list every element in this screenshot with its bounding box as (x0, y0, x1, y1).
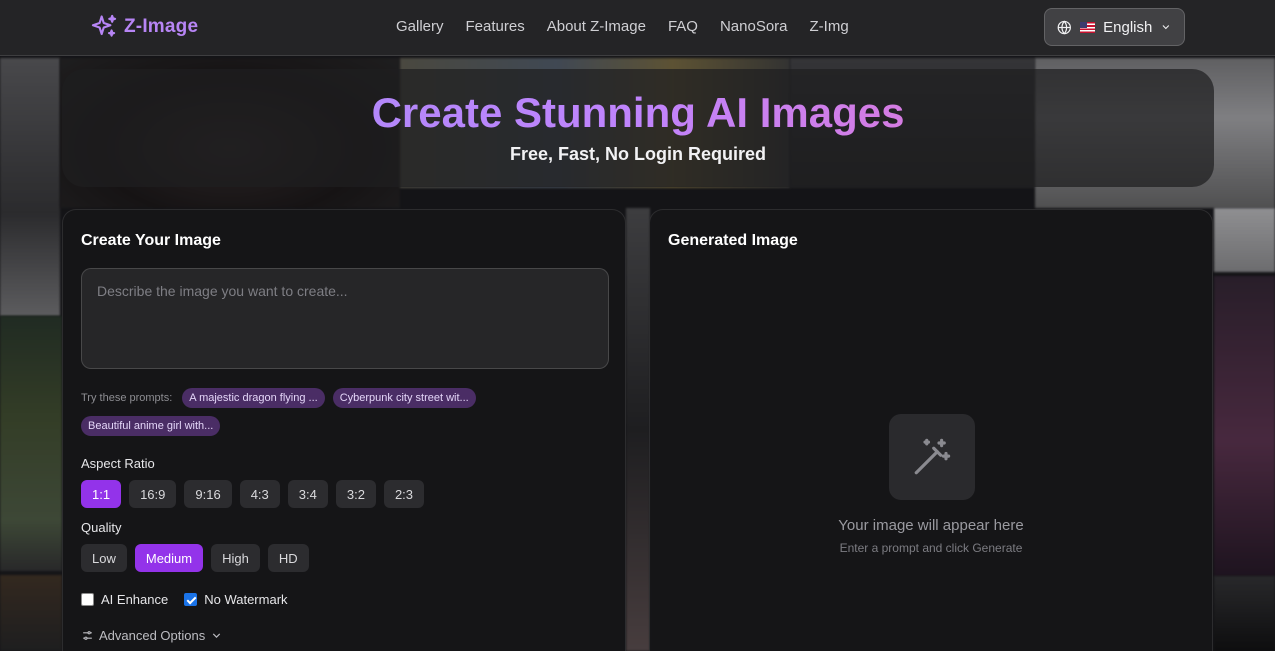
sliders-icon (83, 631, 92, 640)
hero-title: Create Stunning AI Images (62, 89, 1214, 137)
aspect-option-4-3[interactable]: 4:3 (239, 480, 280, 508)
quality-option-hd[interactable]: HD (267, 544, 309, 572)
ai-enhance-box[interactable] (81, 593, 94, 606)
nav-nanosora[interactable]: NanoSora (720, 18, 788, 35)
globe-icon (1057, 20, 1071, 34)
aspect-option-16-9[interactable]: 16:9 (129, 480, 177, 508)
empty-state-subtitle: Enter a prompt and click Generate (839, 541, 1023, 555)
aspect-ratio-options: 1:1 16:9 9:16 4:3 3:4 3:2 2:3 (81, 480, 425, 508)
language-label: English (1103, 18, 1153, 36)
nav-about[interactable]: About Z-Image (547, 18, 646, 35)
aspect-option-1-1[interactable]: 1:1 (81, 480, 122, 508)
nav-z-img[interactable]: Z-Img (810, 18, 849, 35)
ai-enhance-checkbox[interactable]: AI Enhance (81, 592, 168, 607)
us-flag-icon (1079, 21, 1096, 33)
aspect-option-3-2[interactable]: 3:2 (335, 480, 376, 508)
try-prompts-label: Try these prompts: (81, 392, 173, 404)
chevron-down-icon (213, 633, 221, 638)
aspect-option-9-16[interactable]: 9:16 (184, 480, 232, 508)
suggestion-chip[interactable]: Cyberpunk city street wit... (332, 388, 476, 408)
create-panel-title: Create Your Image (81, 232, 221, 249)
suggestion-chip[interactable]: A majestic dragon flying ... (182, 388, 325, 408)
no-watermark-box[interactable] (184, 593, 198, 606)
suggestion-chip[interactable]: Beautiful anime girl with... (81, 416, 221, 436)
nav-faq[interactable]: FAQ (668, 18, 698, 35)
aspect-option-2-3[interactable]: 2:3 (383, 480, 425, 508)
quality-label: Quality (81, 520, 122, 535)
aspect-ratio-label: Aspect Ratio (81, 456, 155, 471)
quality-option-high[interactable]: High (211, 544, 260, 572)
quality-option-medium[interactable]: Medium (134, 544, 204, 572)
aspect-option-3-4[interactable]: 3:4 (287, 480, 328, 508)
chevron-down-icon (1162, 25, 1170, 30)
logo[interactable]: Z-Image (90, 13, 198, 41)
toggle-options: AI Enhance No Watermark (81, 592, 288, 607)
empty-state-title: Your image will appear here (838, 517, 1024, 534)
nav-features[interactable]: Features (466, 18, 525, 35)
advanced-options-toggle[interactable]: Advanced Options (81, 628, 223, 643)
advanced-options-label: Advanced Options (99, 628, 206, 643)
nav-gallery[interactable]: Gallery (396, 18, 444, 35)
logo-text: Z-Image (124, 16, 199, 37)
hero-banner: Create Stunning AI Images Free, Fast, No… (62, 69, 1214, 187)
no-watermark-label: No Watermark (204, 592, 288, 607)
main-nav: Gallery Features About Z-Image FAQ NanoS… (396, 18, 849, 35)
ai-enhance-label: AI Enhance (101, 592, 169, 607)
quality-options: Low Medium High HD (81, 544, 309, 572)
no-watermark-checkbox[interactable]: No Watermark (184, 592, 288, 607)
prompt-input[interactable] (81, 268, 609, 369)
language-selector[interactable]: English (1044, 8, 1185, 46)
create-panel: Create Your Image Try these prompts: A m… (62, 209, 626, 651)
magic-wand-icon (914, 438, 951, 475)
result-panel: Generated Image Your image will appear h… (649, 209, 1213, 651)
prompt-suggestions: Try these prompts: A majestic dragon fly… (81, 388, 609, 436)
quality-option-low[interactable]: Low (81, 544, 127, 572)
top-nav-bar: Z-Image Gallery Features About Z-Image F… (0, 0, 1275, 56)
result-panel-title: Generated Image (668, 232, 798, 249)
hero-subtitle: Free, Fast, No Login Required (509, 144, 767, 164)
magic-wand-placeholder (889, 414, 975, 500)
sparkle-icon (91, 14, 117, 37)
